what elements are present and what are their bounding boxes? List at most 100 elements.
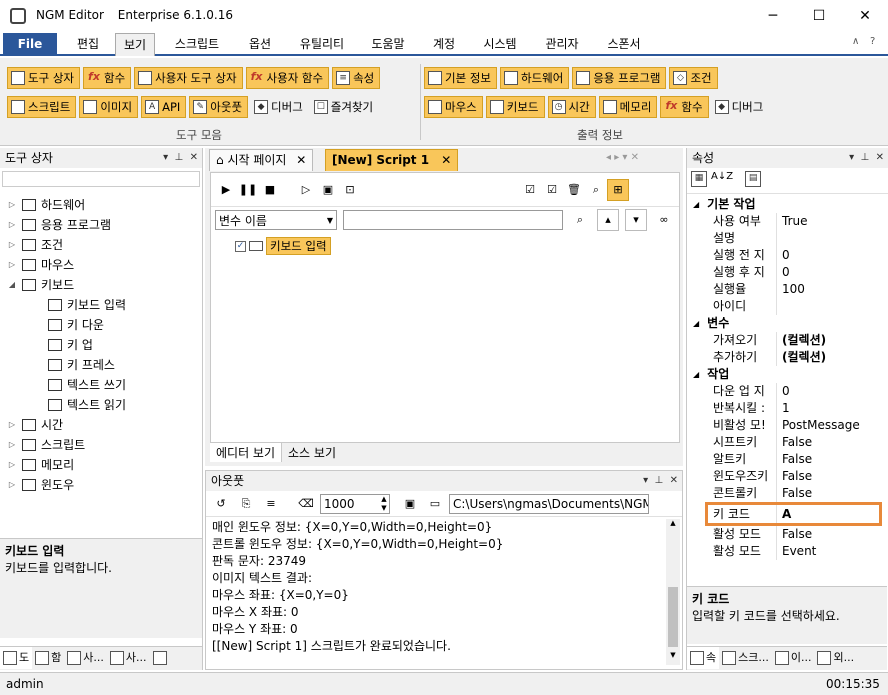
expand-arrow-icon[interactable]: ▷ [6,455,18,475]
menu-tab-script[interactable]: 스크립트 [165,33,229,56]
ribbon-button-fx[interactable]: fx 함수 [82,67,132,89]
right-bottom-tab[interactable]: 이... [772,647,815,669]
ribbon-button-output[interactable]: ✎ 아웃풋 [189,96,249,118]
tab-source-view[interactable]: 소스 보기 [282,443,342,462]
property-row[interactable]: 가져오기 (컬렉션) [687,332,888,349]
property-value[interactable]: PostMessage [776,417,860,434]
clear-run-icon[interactable]: ↺ [210,493,232,515]
play-icon[interactable]: ▶ [215,179,237,201]
scroll-down-icon[interactable]: ▼ [666,651,680,659]
tab-editor-view[interactable]: 에디터 보기 [210,443,283,462]
expand-arrow-icon[interactable]: ▷ [6,215,18,235]
panel-controls[interactable]: ▾ ⊥ ✕ [849,148,884,168]
property-row[interactable]: 키 코드 A [705,502,882,526]
eraser-icon[interactable]: ⌫ [295,493,317,515]
property-value[interactable]: False [776,526,812,543]
ribbon-button-debug[interactable]: ◆ 디버그 [712,96,769,118]
property-value[interactable]: (컬렉션) [776,332,826,349]
stop-icon[interactable]: ■ [259,179,281,201]
delete-icon[interactable]: 🗑 [563,179,585,201]
expand-arrow-icon[interactable]: ▷ [6,475,18,495]
property-row[interactable]: 설명 [687,230,888,247]
tree-item[interactable]: ▷ 응용 프로그램 [6,215,202,235]
property-row[interactable]: 실행율 100 [687,281,888,298]
maximize-button[interactable]: ☐ [796,0,842,32]
ribbon-button-application[interactable]: 응용 프로그램 [572,67,667,89]
property-row[interactable]: 활성 모드 False [687,526,888,543]
line-count-stepper[interactable]: 1000 ▲ ▼ [320,493,390,514]
property-value[interactable]: Event [776,543,816,560]
ribbon-button-fx[interactable]: fx 함수 [660,96,709,118]
property-value[interactable]: 0 [776,247,790,264]
infinity-icon[interactable]: ∞ [653,209,675,231]
property-value[interactable]: 0 [776,383,790,400]
tree-item[interactable]: ◢ 키보드 [6,275,202,295]
property-value[interactable]: False [776,434,812,451]
check-icon[interactable]: ☑ [541,179,563,201]
ribbon-button-api[interactable]: A API [141,96,187,118]
property-row[interactable]: 활성 모드 Event [687,543,888,560]
property-value[interactable]: 0 [776,264,790,281]
tree-item[interactable]: ▷ 시간 [6,415,202,435]
ribbon-button-debug[interactable]: ◆ 디버그 [251,96,308,118]
ribbon-button-basic-info[interactable]: 기본 정보 [424,67,497,89]
expand-arrow-icon[interactable]: ▷ [6,255,18,275]
close-tab-icon[interactable]: ✕ [296,153,306,167]
property-row[interactable]: 시프트키 False [687,434,888,451]
pause-icon[interactable]: ❚❚ [237,179,259,201]
tree-item[interactable]: 키 다운 [6,315,202,335]
menu-tab-help[interactable]: 도움말 [362,33,414,56]
ribbon-button-keyboard[interactable]: 키보드 [485,96,545,118]
collapse-arrow-icon[interactable]: ◢ [693,196,699,213]
ribbon-button-mouse[interactable]: 마우스 [424,96,483,118]
stepper-arrows-icon[interactable]: ▲ ▼ [379,495,389,513]
ribbon-button-user-fx[interactable]: fx 사용자 함수 [245,67,330,89]
ribbon-collapse-icon[interactable]: ∧ [852,36,859,47]
tree-view-icon[interactable]: ⊞ [607,178,629,201]
ribbon-button-user-toolbox[interactable]: 사용자 도구 상자 [134,67,243,89]
menu-tab-options[interactable]: 옵션 [240,33,280,56]
close-window-button[interactable]: ✕ [842,0,888,32]
list-icon[interactable]: ≡ [260,493,282,515]
left-bottom-tab[interactable]: 도 [0,647,33,669]
folder-open-icon[interactable]: ▭ [424,493,446,515]
scroll-thumb[interactable] [668,587,678,647]
arrow-down-icon[interactable]: ▾ [625,209,647,231]
sort-alpha-icon[interactable]: A↓Z [711,171,733,190]
expand-arrow-icon[interactable]: ▷ [6,235,18,255]
tree-item[interactable]: ▷ 조건 [6,235,202,255]
script-node[interactable]: ✓ 키보드 입력 [235,237,679,255]
property-value[interactable]: False [776,451,812,468]
menu-tab-sponsor[interactable]: 스폰서 [598,33,650,56]
ribbon-button-properties[interactable]: ≡ 속성 [332,67,381,89]
tree-item[interactable]: 키 업 [6,335,202,355]
minimize-button[interactable]: ─ [750,0,796,32]
save-icon[interactable]: ▣ [399,493,421,515]
ribbon-button-image[interactable]: 이미지 [79,96,139,118]
collapse-arrow-icon[interactable]: ◢ [693,366,699,383]
document-search-icon[interactable]: ⎘ [235,493,257,515]
ribbon-button-clock[interactable]: ◷ 시간 [547,96,596,118]
collapse-arrow-icon[interactable]: ◢ [6,275,18,295]
expand-arrow-icon[interactable]: ▷ [6,415,18,435]
tree-item[interactable]: ▷ 마우스 [6,255,202,275]
menu-tab-account[interactable]: 계정 [424,33,464,56]
property-pages-icon[interactable]: ▤ [745,171,762,187]
property-value[interactable]: False [776,485,812,502]
close-tab-icon[interactable]: ✕ [441,153,451,167]
menu-tab-utility[interactable]: 유틸리티 [290,33,354,56]
menu-tab-system[interactable]: 시스템 [474,33,526,56]
ribbon-button-hardware[interactable]: 하드웨어 [499,67,570,89]
ribbon-button-script[interactable]: 스크립트 [7,96,77,118]
right-bottom-tab[interactable]: 외... [814,647,857,669]
property-row[interactable]: 사용 여부 True [687,213,888,230]
toolbox-search-input[interactable] [2,171,200,187]
expand-arrow-icon[interactable]: ▷ [6,435,18,455]
property-row[interactable]: 추가하기 (컬렉션) [687,349,888,366]
property-row[interactable]: 반복시킬 : 1 [687,400,888,417]
property-value[interactable]: A [776,504,791,524]
tree-item[interactable]: 키 프레스 [6,355,202,375]
menu-file[interactable]: File [3,33,57,56]
menu-tab-view[interactable]: 보기 [115,33,155,56]
node-checkbox[interactable]: ✓ [235,240,246,252]
